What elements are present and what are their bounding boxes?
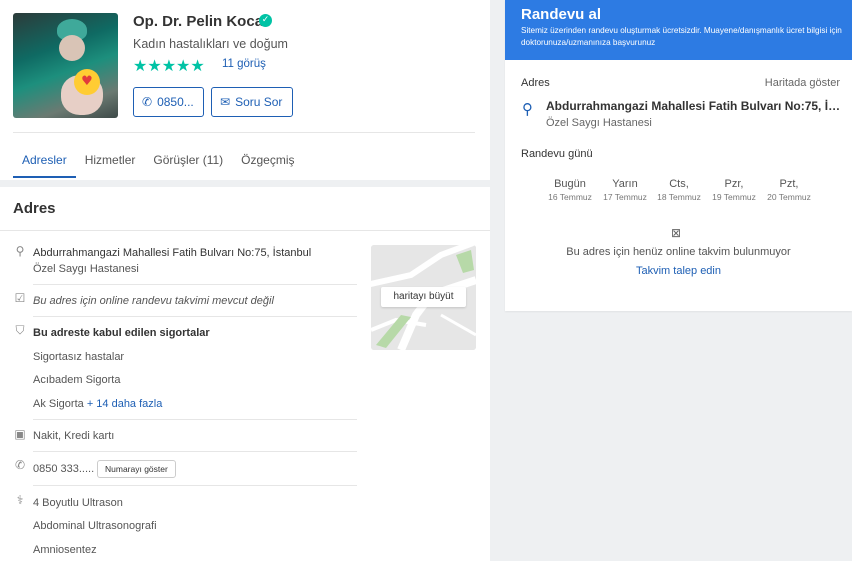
insurance-item: Acıbadem Sigorta xyxy=(33,374,121,386)
insurance-item: Ak Sigorta xyxy=(33,398,84,410)
enlarge-map-button[interactable]: haritayı büyüt xyxy=(381,287,466,307)
day-option-sunday[interactable]: Pzr, 19 Temmuz xyxy=(707,178,761,202)
address-heading: Adres xyxy=(13,200,56,217)
insurance-item-last: Ak Sigorta + 14 daha fazla xyxy=(33,398,162,410)
appointment-clinic: Özel Saygı Hastanesi xyxy=(546,117,652,129)
day-name: Pzt, xyxy=(779,178,799,190)
reviews-link[interactable]: 11 görüş xyxy=(222,58,266,70)
profile-tabs: Adresler Hizmetler Görüşler (11) Özgeçmi… xyxy=(13,142,304,178)
photo-face xyxy=(59,35,85,61)
day-name: Cts, xyxy=(669,178,689,190)
day-date: 20 Temmuz xyxy=(767,192,811,202)
doctor-name: Op. Dr. Pelin Koca xyxy=(133,13,264,30)
mail-icon: ✉ xyxy=(220,95,231,109)
day-option-saturday[interactable]: Cts, 18 Temmuz xyxy=(652,178,706,202)
tab-adresler[interactable]: Adresler xyxy=(13,142,76,178)
service-item: Abdominal Ultrasonografi xyxy=(33,520,157,532)
location-pin-icon: ⚲ xyxy=(15,244,25,258)
day-date: 17 Temmuz xyxy=(603,192,647,202)
appointment-address-label: Adres xyxy=(521,77,550,89)
online-calendar-note: Bu adres için online randevu takvimi mev… xyxy=(33,295,274,307)
day-option-today[interactable]: Bugün 16 Temmuz xyxy=(543,178,597,202)
appointment-address[interactable]: Abdurrahmangazi Mahallesi Fatih Bulvarı … xyxy=(546,99,842,113)
day-date: 18 Temmuz xyxy=(657,192,701,202)
divider xyxy=(0,230,490,231)
map-pin-icon: ⚲ xyxy=(522,100,533,118)
divider xyxy=(33,284,357,285)
appointment-header: Randevu al Sitemiz üzerinden randevu olu… xyxy=(505,0,852,60)
tab-ozgecmis[interactable]: Özgeçmiş xyxy=(232,142,303,178)
divider xyxy=(33,485,357,486)
no-calendar-message: Bu adres için henüz online takvim bulunm… xyxy=(566,246,791,258)
doctor-photo[interactable]: ♥ xyxy=(13,13,118,118)
day-name: Bugün xyxy=(554,178,586,190)
location-map[interactable]: haritayı büyüt xyxy=(371,245,476,350)
tab-hizmetler[interactable]: Hizmetler xyxy=(76,142,145,178)
service-item: Amniosentez xyxy=(33,544,97,556)
divider xyxy=(33,451,357,452)
insurance-title: Bu adreste kabul edilen sigortalar xyxy=(33,327,210,339)
phone-button-label: 0850... xyxy=(157,95,194,109)
insurance-item: Sigortasız hastalar xyxy=(33,351,125,363)
rating-stars-icon: ★★★★★ xyxy=(133,56,205,75)
payment-methods: Nakit, Kredi kartı xyxy=(33,430,115,442)
phone-masked: 0850 333..... xyxy=(33,463,95,475)
doctor-specialty: Kadın hastalıkları ve doğum xyxy=(133,37,288,51)
show-on-map-link[interactable]: Haritada göster xyxy=(765,77,840,89)
day-option-monday[interactable]: Pzt, 20 Temmuz xyxy=(762,178,816,202)
stethoscope-icon: ⚕ xyxy=(16,493,24,507)
divider xyxy=(33,419,357,420)
verified-check-icon: ✓ xyxy=(259,14,272,27)
cash-icon: ▣ xyxy=(14,427,26,441)
calendar-check-icon: ☑ xyxy=(14,291,26,305)
address-card: Adres ⚲ Abdurrahmangazi Mahallesi Fatih … xyxy=(0,187,490,561)
appointment-description: Sitemiz üzerinden randevu oluşturmak ücr… xyxy=(521,26,842,47)
clinic-name: Özel Saygı Hastanesi xyxy=(33,263,139,275)
service-item: 4 Boyutlu Ultrason xyxy=(33,497,123,509)
tab-gorusler[interactable]: Görüşler (11) xyxy=(144,142,232,178)
day-option-tomorrow[interactable]: Yarın 17 Temmuz xyxy=(598,178,652,202)
request-calendar-link[interactable]: Takvim talep edin xyxy=(505,265,852,277)
calendar-x-icon: ⊠ xyxy=(671,226,682,240)
day-name: Yarın xyxy=(612,178,638,190)
appointment-title: Randevu al xyxy=(521,6,602,23)
more-insurances-link[interactable]: + 14 daha fazla xyxy=(87,398,163,410)
day-name: Pzr, xyxy=(724,178,744,190)
divider xyxy=(33,316,357,317)
heart-eyes-emoji-icon: ♥ xyxy=(74,69,100,95)
divider xyxy=(13,132,475,133)
day-date: 19 Temmuz xyxy=(712,192,756,202)
show-number-button[interactable]: Numarayı göster xyxy=(97,460,176,478)
phone-button[interactable]: ✆ 0850... xyxy=(133,87,204,117)
address-line: Abdurrahmangazi Mahallesi Fatih Bulvarı … xyxy=(33,247,312,259)
day-date: 16 Temmuz xyxy=(548,192,592,202)
ask-question-button[interactable]: ✉ Soru Sor xyxy=(211,87,293,117)
phone-icon: ✆ xyxy=(142,95,153,109)
shield-icon: ⛉ xyxy=(15,323,25,337)
phone-icon: ✆ xyxy=(14,458,26,472)
doctor-profile-card: ♥ Op. Dr. Pelin Koca ✓ Kadın hastalıklar… xyxy=(0,0,490,180)
appointment-day-label: Randevu günü xyxy=(521,148,593,160)
appointment-card: Randevu al Sitemiz üzerinden randevu olu… xyxy=(505,0,852,311)
ask-question-label: Soru Sor xyxy=(235,95,283,109)
